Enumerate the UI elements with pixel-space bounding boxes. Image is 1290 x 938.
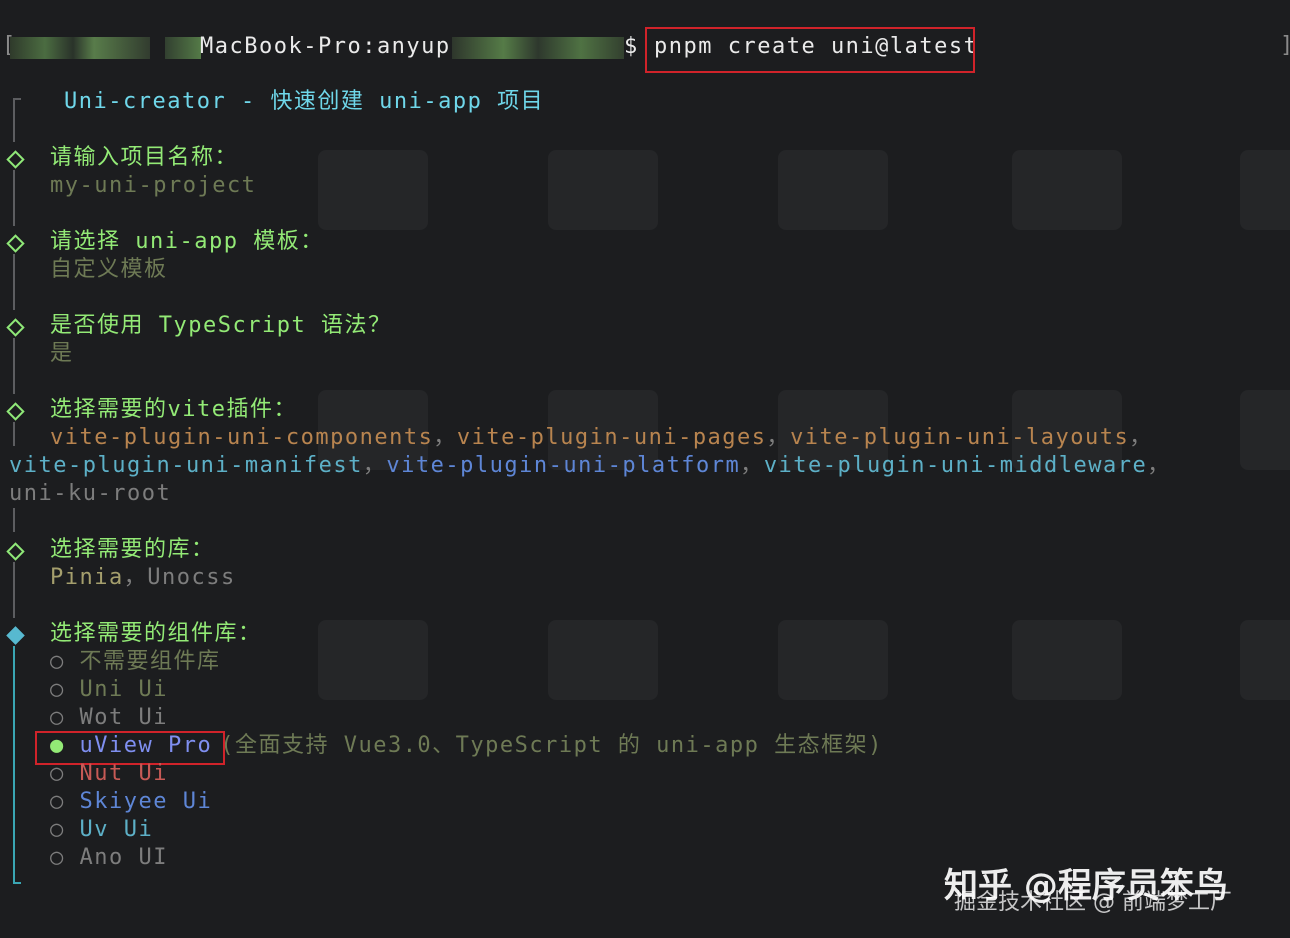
- diamond-icon: [6, 318, 25, 337]
- diamond-icon: [6, 234, 25, 253]
- answer-project-name: my-uni-project: [50, 173, 257, 198]
- active-diamond-icon: [6, 626, 25, 645]
- question-vite-plugins: 选择需要的vite插件：: [50, 397, 297, 422]
- question-libraries: 选择需要的库：: [50, 537, 215, 562]
- censored-username: [10, 37, 150, 59]
- radio-empty-icon: ○: [50, 817, 65, 842]
- diamond-icon: [6, 542, 25, 561]
- command-highlight-box: [645, 27, 975, 73]
- plugin-item: vite-plugin-uni-platform: [386, 453, 741, 478]
- radio-empty-icon: ○: [50, 705, 65, 730]
- option-skiyee-ui[interactable]: ○ Skiyee Ui: [50, 788, 212, 816]
- option-uv-ui[interactable]: ○ Uv Ui: [50, 816, 153, 844]
- answer-vite-plugins-row1: vite-plugin-uni-components，vite-plugin-u…: [50, 425, 1153, 450]
- censored-user-prefix: [165, 37, 201, 59]
- diamond-icon: [6, 150, 25, 169]
- plugin-item: vite-plugin-uni-components: [50, 425, 434, 450]
- answer-template: 自定义模板: [50, 257, 168, 282]
- option-none[interactable]: ○ 不需要组件库: [50, 648, 221, 676]
- bracket-right: ]: [1280, 33, 1290, 58]
- library-item: Pinia: [50, 565, 124, 590]
- option-nut-ui[interactable]: ○ Nut Ui: [50, 760, 168, 788]
- radio-empty-icon: ○: [50, 789, 65, 814]
- diamond-icon: [6, 402, 25, 421]
- option-uni-ui[interactable]: ○ Uni Ui: [50, 676, 168, 704]
- censored-path: [452, 37, 624, 59]
- plugin-item: vite-plugin-uni-pages: [456, 425, 767, 450]
- plugin-item: vite-plugin-uni-manifest: [9, 453, 363, 478]
- radio-empty-icon: ○: [50, 761, 65, 786]
- prompt-host: MacBook-Pro:anyup: [200, 34, 451, 59]
- terminal-window: [ MacBook-Pro:anyup $ pnpm create uni@la…: [0, 0, 1290, 938]
- question-template: 请选择 uni-app 模板：: [50, 229, 324, 254]
- plugin-item: vite-plugin-uni-layouts: [790, 425, 1130, 450]
- radio-empty-icon: ○: [50, 649, 65, 674]
- radio-empty-icon: ○: [50, 845, 65, 870]
- watermark-juejin: 掘金技术社区 @ 前端梦工厂: [954, 890, 1232, 915]
- option-wot-ui[interactable]: ○ Wot Ui: [50, 704, 168, 732]
- option-ano-ui[interactable]: ○ Ano UI: [50, 844, 168, 872]
- question-component-library: 选择需要的组件库：: [50, 621, 262, 646]
- plugin-item: vite-plugin-uni-middleware: [763, 453, 1148, 478]
- answer-vite-plugins-row3: uni-ku-root: [9, 480, 171, 508]
- question-project-name: 请输入项目名称：: [50, 145, 239, 170]
- plugin-item: uni-ku-root: [9, 481, 172, 506]
- answer-typescript: 是: [50, 341, 74, 366]
- question-typescript: 是否使用 TypeScript 语法？: [50, 313, 392, 338]
- option-hint: (全面支持 Vue3.0、TypeScript 的 uni-app 生态框架): [220, 733, 883, 758]
- answer-vite-plugins-row2: vite-plugin-uni-manifest，vite-plugin-uni…: [9, 453, 1171, 478]
- prompt-symbol: $: [624, 34, 639, 59]
- creator-title: Uni-creator - 快速创建 uni-app 项目: [64, 89, 545, 114]
- answer-libraries: Pinia，Unocss: [50, 565, 236, 590]
- radio-empty-icon: ○: [50, 677, 65, 702]
- library-item: Unocss: [147, 565, 236, 590]
